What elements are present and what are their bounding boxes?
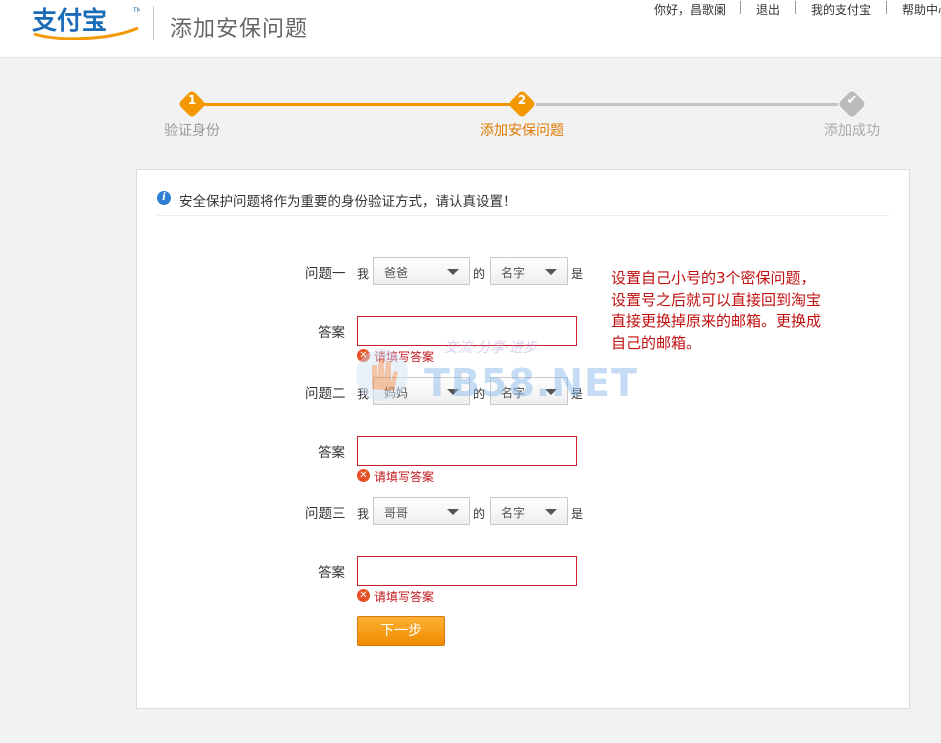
- question-2-attribute-value: 名字: [501, 386, 526, 400]
- svg-text:TM: TM: [132, 7, 140, 14]
- note-line: 自己的邮箱。: [611, 333, 702, 352]
- step-2-number: 2: [517, 93, 527, 107]
- step-3-label: 添加成功: [824, 123, 880, 139]
- question-2-relation-value: 妈妈: [384, 386, 409, 400]
- logo-text: 支付宝: [32, 6, 107, 35]
- nav-divider: [740, 1, 741, 14]
- step-1-number: 1: [187, 93, 197, 107]
- chevron-down-icon: [545, 389, 557, 395]
- answer-3-error-text: 请填写答案: [374, 590, 435, 604]
- question-2-relation-select[interactable]: 妈妈: [373, 377, 470, 405]
- answer-1-input[interactable]: [357, 316, 577, 346]
- question-3-label: 问题三: [305, 506, 346, 522]
- chevron-down-icon: [447, 389, 459, 395]
- nav-divider: [886, 1, 887, 14]
- answer-3-input[interactable]: [357, 556, 577, 586]
- question-1-relation-select[interactable]: 爸爸: [373, 257, 470, 285]
- note-line: 直接更换掉原来的邮箱。更换成: [611, 312, 822, 330]
- question-3-attribute-select[interactable]: 名字: [490, 497, 568, 525]
- answer-2-error-text: 请填写答案: [374, 470, 435, 484]
- logout-link[interactable]: 退出: [756, 1, 780, 18]
- question-2-label: 问题二: [305, 386, 346, 402]
- alipay-logo[interactable]: 支付宝 TM: [30, 4, 142, 41]
- note-line: 设置号之后就可以直接回到淘宝: [611, 290, 822, 309]
- question-1-attribute-select[interactable]: 名字: [490, 257, 568, 285]
- question-3-me: 我: [357, 507, 370, 521]
- answer-2-label: 答案: [318, 445, 345, 461]
- question-1-of: 的: [473, 267, 486, 281]
- question-3-attribute-value: 名字: [501, 506, 526, 520]
- question-1-is: 是: [571, 267, 584, 281]
- logo-divider: [153, 6, 154, 40]
- page-title: 添加安保问题: [170, 17, 309, 42]
- step-line-pending: [536, 103, 838, 106]
- next-step-button[interactable]: 下一步: [357, 616, 445, 646]
- question-2-is: 是: [571, 387, 584, 401]
- help-center-link[interactable]: 帮助中心: [902, 1, 941, 18]
- answer-1-label: 答案: [318, 325, 345, 341]
- chevron-down-icon: [545, 509, 557, 515]
- step-line-done: [203, 103, 510, 106]
- progress-steps: 1 验证身份 2 添加安保问题 ✔ 添加成功: [0, 85, 941, 145]
- form-panel: i 安全保护问题将作为重要的身份验证方式，请认真设置！ 问题一 我 爸爸 的 名…: [136, 169, 910, 709]
- check-icon: ✔: [846, 93, 858, 108]
- note-line: 设置自己小号的3个密保问题，: [611, 269, 816, 287]
- question-3-is: 是: [571, 507, 584, 521]
- question-3-of: 的: [473, 507, 486, 521]
- chevron-down-icon: [545, 269, 557, 275]
- error-icon: ✕: [357, 469, 370, 482]
- chevron-down-icon: [447, 269, 459, 275]
- step-1-label: 验证身份: [164, 123, 220, 139]
- question-2-of: 的: [473, 387, 486, 401]
- question-3-relation-value: 哥哥: [384, 506, 409, 520]
- answer-1-error-text: 请填写答案: [374, 350, 435, 364]
- nav-divider: [795, 1, 796, 14]
- question-1-relation-value: 爸爸: [384, 266, 409, 280]
- tip-bar: i 安全保护问题将作为重要的身份验证方式，请认真设置！: [157, 190, 889, 216]
- answer-3-label: 答案: [318, 565, 345, 581]
- question-2-attribute-select[interactable]: 名字: [490, 377, 568, 405]
- question-1-label: 问题一: [305, 266, 346, 282]
- error-icon: ✕: [357, 589, 370, 602]
- error-icon: ✕: [357, 349, 370, 362]
- question-2-me: 我: [357, 387, 370, 401]
- step-2-label: 添加安保问题: [480, 123, 564, 139]
- tip-text: 安全保护问题将作为重要的身份验证方式，请认真设置！: [179, 194, 517, 210]
- header: 支付宝 TM 添加安保问题 你好，昌歌阑 退出 我的支付宝 帮助中心: [0, 0, 941, 58]
- answer-2-input[interactable]: [357, 436, 577, 466]
- question-3-relation-select[interactable]: 哥哥: [373, 497, 470, 525]
- question-1-attribute-value: 名字: [501, 266, 526, 280]
- chevron-down-icon: [447, 509, 459, 515]
- my-alipay-link[interactable]: 我的支付宝: [811, 1, 871, 18]
- annotation-note: 设置自己小号的3个密保问题， 设置号之后就可以直接回到淘宝 直接更换掉原来的邮箱…: [611, 268, 851, 354]
- question-1-me: 我: [357, 267, 370, 281]
- info-icon: i: [157, 191, 171, 205]
- greeting: 你好，昌歌阑: [654, 3, 727, 17]
